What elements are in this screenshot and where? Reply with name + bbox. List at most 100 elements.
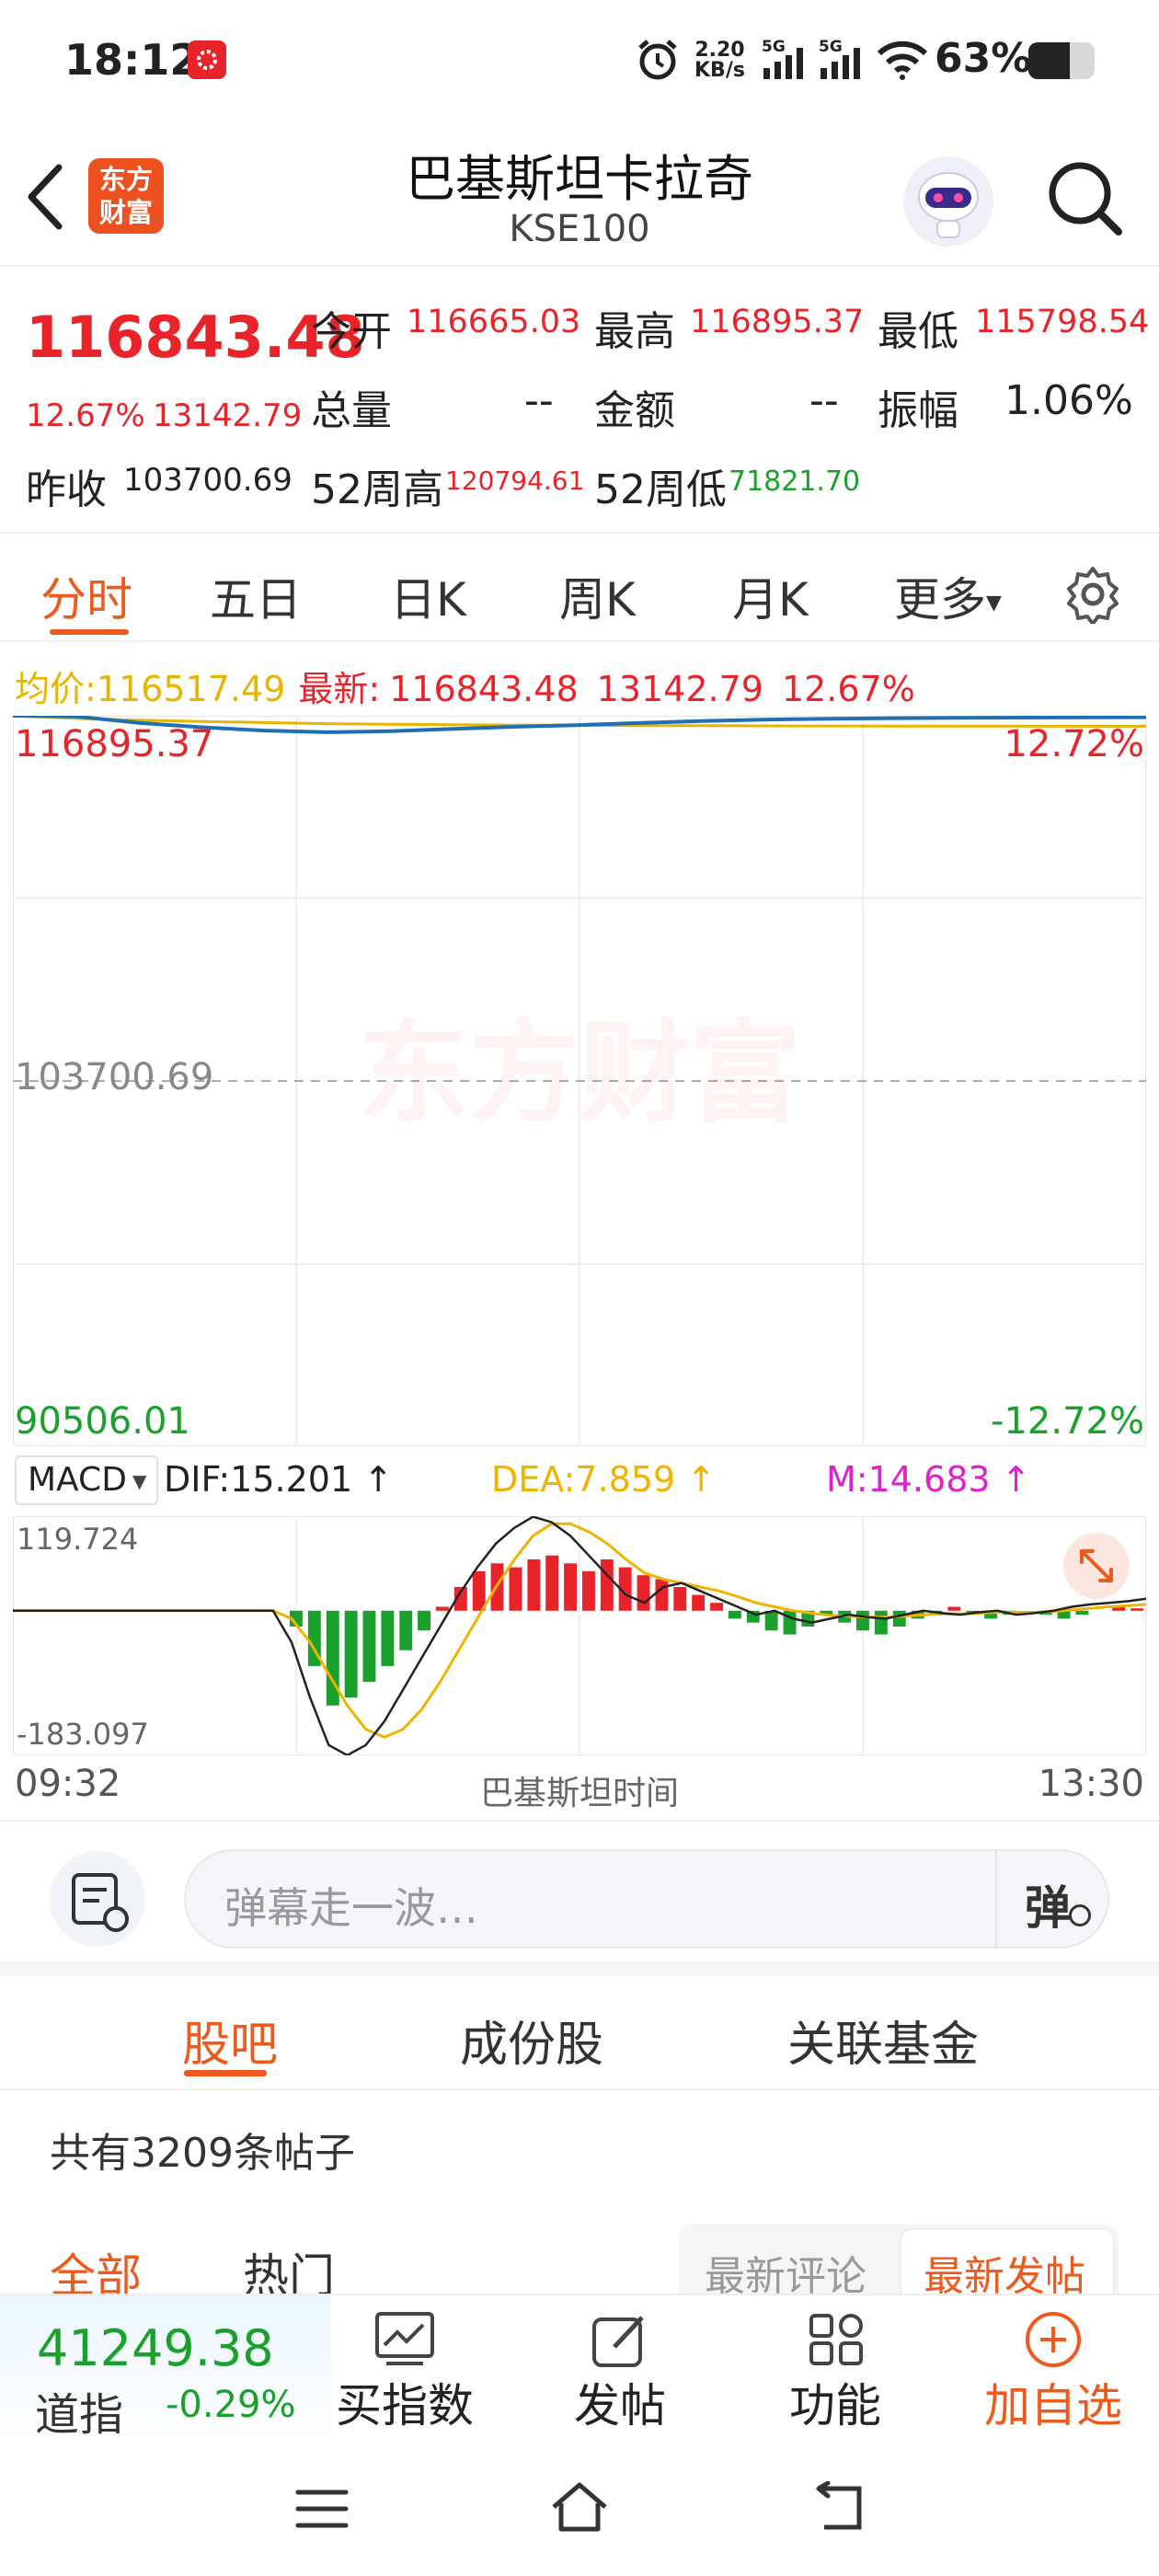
prev-close-label: 昨收 [26, 466, 107, 513]
macd-histogram-bar [637, 1575, 650, 1611]
open-label: 今开 [311, 308, 392, 355]
add-watchlist-button[interactable]: 加自选 [975, 2295, 1131, 2441]
macd-dif: DIF:15.201 ↑ [164, 1459, 394, 1500]
post-button[interactable]: 发帖 [546, 2295, 694, 2441]
grid-apps-icon [809, 2314, 863, 2365]
forum-section: 股吧 成份股 关联基金 共有3209条帖子 全部 热门 最新评论 最新发帖 [0, 1976, 1159, 2307]
macd-histogram-bar [728, 1610, 741, 1619]
alarm-icon [635, 37, 681, 86]
index-ticker[interactable]: 41249.38 道指 -0.29% [0, 2295, 331, 2441]
dropdown-arrow-icon: ▼ [986, 592, 1002, 615]
macd-histogram-bar [436, 1606, 449, 1611]
macd-chart[interactable] [13, 1516, 1146, 1755]
ticker-value: 41249.38 [37, 2319, 274, 2377]
tab-components[interactable]: 成份股 [460, 2006, 603, 2075]
status-bar: 18:12 2.20 KB/s 5G 5G 63% [0, 0, 1159, 129]
y-axis-bottom: 90506.01 [15, 1400, 190, 1443]
macd-histogram-bar [947, 1606, 961, 1611]
macd-histogram-bar [418, 1610, 430, 1631]
tab-more[interactable]: 更多▼ [894, 563, 1002, 629]
macd-histogram-bar [600, 1559, 614, 1611]
macd-histogram-bar [344, 1610, 358, 1698]
header: 东方 财富 巴基斯坦卡拉奇 KSE100 [0, 129, 1159, 267]
macd-histogram-bar [856, 1610, 869, 1631]
y-axis-top: 116895.37 [15, 723, 214, 765]
change-amount: 13142.79 [153, 397, 303, 434]
status-time: 18:12 [64, 35, 200, 85]
period-tabs: 分时 五日 日K 周K 月K 更多▼ [0, 534, 1159, 642]
y-axis-bottom-pct: -12.72% [991, 1400, 1144, 1443]
ticker-change: -0.29% [166, 2384, 296, 2426]
signal-icon-2: 5G [817, 37, 868, 86]
macd-histogram-bar [692, 1594, 706, 1611]
bottom-action-bar: 41249.38 道指 -0.29% 买指数 发帖 功能 加自选 [0, 2294, 1159, 2441]
macd-histogram-bar [655, 1579, 669, 1611]
net-speed: 2.20 KB/s [694, 39, 745, 82]
tab-related-funds[interactable]: 关联基金 [787, 2006, 979, 2075]
w52-low-label: 52周低 [594, 466, 727, 513]
macd-m: M:14.683 ↑ [826, 1459, 1031, 1500]
tab-monthly-k[interactable]: 月K [732, 563, 809, 629]
macd-histogram-bar [399, 1610, 413, 1650]
chart-area: 均价:116517.49 最新: 116843.48 13142.79 12.67% 东… [0, 642, 1159, 1820]
amplitude-value: 1.06% [1004, 377, 1133, 424]
quote-panel: 116843.48 12.67% 13142.79 今开 116665.03 最… [0, 267, 1159, 534]
tab-daily-k[interactable]: 日K [390, 563, 466, 629]
macd-histogram-bar [892, 1610, 906, 1627]
dropdown-arrow-icon: ▼ [132, 1470, 147, 1492]
macd-histogram-bar [564, 1563, 577, 1611]
macd-histogram-bar [472, 1570, 486, 1611]
tab-weekly-k[interactable]: 周K [559, 563, 636, 629]
macd-histogram-bar [582, 1570, 595, 1611]
notification-app-icon [188, 40, 226, 79]
y-axis-mid: 103700.69 [15, 1056, 214, 1098]
macd-histogram-bar [326, 1610, 339, 1706]
chart-info-line: 均价:116517.49 最新: 116843.48 13142.79 12.67% [15, 669, 915, 709]
menu-icon[interactable] [294, 2487, 350, 2535]
tab-five-day[interactable]: 五日 [210, 563, 302, 629]
macd-histogram-bar [764, 1610, 778, 1631]
danmu-toggle-button[interactable]: 弹 [1025, 1871, 1071, 1938]
forum-tab-indicator [184, 2070, 267, 2076]
volume-value: -- [524, 377, 554, 424]
y-axis-top-pct: 12.72% [1004, 723, 1144, 765]
high-value: 116895.37 [690, 304, 865, 340]
svg-text:5G: 5G [819, 38, 843, 56]
macd-histogram-bar [1075, 1610, 1089, 1616]
sort-latest-post-button[interactable]: 最新发帖 [900, 2228, 1115, 2304]
macd-y-top: 119.724 [17, 1522, 139, 1557]
tab-intraday[interactable]: 分时 [40, 563, 132, 629]
macd-histogram-bar [381, 1610, 395, 1666]
amount-value: -- [809, 377, 839, 424]
w52-high-label: 52周高 [311, 466, 443, 513]
robot-assistant-icon[interactable] [903, 156, 993, 247]
low-value: 115798.54 [975, 304, 1150, 340]
tab-active-indicator [50, 629, 129, 635]
open-value: 116665.03 [407, 304, 581, 340]
macd-histogram-bar [1130, 1608, 1143, 1611]
settings-gear-icon[interactable] [1063, 565, 1122, 627]
wifi-icon [876, 39, 929, 85]
w52-high-value: 120794.61 [445, 466, 585, 496]
danmu-placeholder: 弹幕走一波… [224, 1883, 478, 1933]
home-icon[interactable] [548, 2479, 611, 2538]
ticker-name: 道指 [35, 2389, 124, 2441]
tab-guba[interactable]: 股吧 [182, 2006, 278, 2075]
danmu-list-icon[interactable] [50, 1851, 145, 1947]
danmu-off-icon [1069, 1904, 1091, 1926]
danmu-bar: 弹幕走一波… 弹 [0, 1820, 1159, 1976]
back-nav-icon[interactable] [809, 2480, 868, 2538]
search-icon[interactable] [1045, 158, 1124, 241]
macd-histogram-bar [874, 1610, 888, 1635]
battery-icon [1028, 42, 1095, 79]
buy-index-button[interactable]: 买指数 [331, 2295, 478, 2441]
danmu-input[interactable]: 弹幕走一波… 弹 [184, 1849, 1109, 1949]
change-percent: 12.67% [26, 397, 145, 434]
indicator-selector[interactable]: MACD ▼ [15, 1455, 158, 1505]
x-axis-timezone: 巴基斯坦时间 [479, 1775, 679, 1812]
macd-histogram-bar [362, 1610, 376, 1683]
high-label: 最高 [594, 308, 675, 355]
chart-trend-icon [375, 2312, 434, 2365]
functions-button[interactable]: 功能 [762, 2295, 909, 2441]
macd-histogram-bar [673, 1587, 687, 1611]
